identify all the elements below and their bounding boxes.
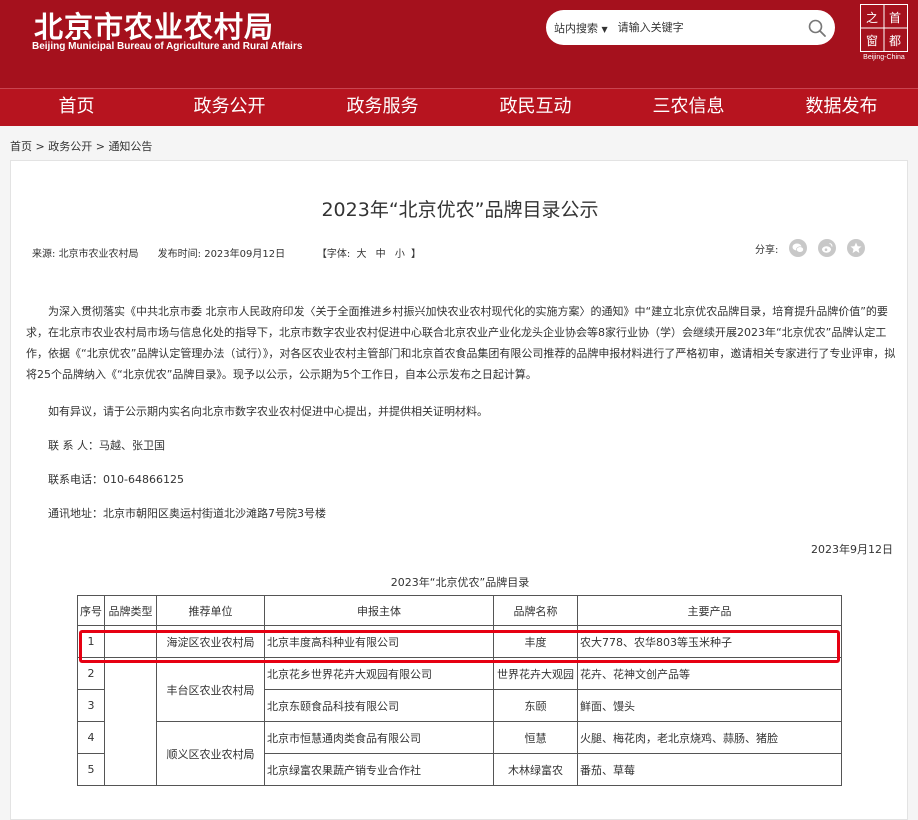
font-size-medium[interactable]: 中 — [376, 249, 386, 260]
article-date: 2023年9月12日 — [811, 543, 893, 556]
nav-gov-services[interactable]: 政务服务 — [306, 89, 459, 126]
cell-product: 鲜面、馒头 — [577, 689, 842, 722]
cell-brand-type — [104, 657, 157, 786]
article-meta: 来源: 北京市农业农村局 发布时间: 2023年09月12日 【字体: 大 中 … — [32, 245, 421, 260]
cell-unit: 丰台区农业农村局 — [156, 657, 265, 722]
search-icon[interactable] — [807, 18, 827, 38]
cell-no: 5 — [77, 753, 105, 786]
emblem-char: 之 — [866, 11, 878, 25]
font-size-end: 】 — [411, 249, 422, 260]
breadcrumb: 首页 > 政务公开 > 通知公告 — [10, 138, 152, 154]
cell-no: 1 — [77, 625, 105, 658]
time-label: 发布时间: — [157, 249, 202, 260]
nav-home[interactable]: 首页 — [0, 89, 153, 126]
table-row: 1 海淀区农业农村局 北京丰度高科种业有限公司 丰度 农大778、农华803等玉… — [77, 625, 842, 658]
column-header: 序号 — [77, 595, 105, 626]
caret-down-icon: ▼ — [601, 24, 608, 34]
emblem-char: 首 — [889, 11, 901, 25]
share-bar: 分享: — [755, 239, 866, 257]
share-label: 分享: — [755, 244, 779, 256]
column-header: 品牌名称 — [493, 595, 578, 626]
emblem-seal: 之 首 都 窗 — [860, 4, 908, 52]
table-row: 2 丰台区农业农村局 北京花乡世界花卉大观园有限公司 世界花卉大观园 花卉、花神… — [77, 657, 842, 786]
column-header: 主要产品 — [577, 595, 842, 626]
cell-entity: 北京花乡世界花卉大观园有限公司 — [264, 657, 494, 690]
breadcrumb-notices[interactable]: 通知公告 — [108, 140, 152, 153]
nav-agri-info[interactable]: 三农信息 — [612, 89, 765, 126]
table-header-row: 序号 品牌类型 推荐单位 申报主体 品牌名称 主要产品 — [77, 595, 842, 626]
search-bar: 站内搜索 ▼ — [546, 10, 835, 45]
cell-entity: 北京市恒慧通肉类食品有限公司 — [264, 721, 494, 754]
cell-brand: 木林绿富农 — [493, 753, 578, 786]
nav-interaction[interactable]: 政民互动 — [459, 89, 612, 126]
site-logo-en: Beijing Municipal Bureau of Agriculture … — [32, 41, 303, 52]
cell-entity: 北京绿富农果蔬产销专业合作社 — [264, 753, 494, 786]
breadcrumb-separator: > — [35, 140, 45, 153]
cell-unit: 海淀区农业农村局 — [156, 625, 265, 658]
breadcrumb-home[interactable]: 首页 — [10, 140, 32, 153]
cell-no: 3 — [77, 689, 105, 722]
emblem-char: 都 — [889, 34, 901, 48]
cell-brand: 世界花卉大观园 — [493, 657, 578, 690]
breadcrumb-gov-affairs[interactable]: 政务公开 — [48, 140, 92, 153]
font-size-large[interactable]: 大 — [356, 249, 366, 260]
table-caption: 2023年“北京优农”品牌目录 — [390, 576, 530, 589]
font-size-small[interactable]: 小 — [395, 249, 405, 260]
cell-unit: 顺义区农业农村局 — [156, 721, 265, 786]
cell-brand: 恒慧 — [493, 721, 578, 754]
cell-brand: 东颐 — [493, 689, 578, 722]
cell-no: 4 — [77, 721, 105, 754]
search-scope-dropdown[interactable]: 站内搜索 ▼ — [546, 20, 608, 36]
emblem-caption: Beijing-China — [863, 54, 905, 61]
article-panel: 2023年“北京优农”品牌目录公示 来源: 北京市农业农村局 发布时间: 202… — [10, 160, 908, 820]
capital-window-emblem[interactable]: 之 首 都 窗 Beijing-China — [858, 4, 910, 64]
cell-product: 农大778、农华803等玉米种子 — [577, 625, 842, 658]
column-header: 推荐单位 — [156, 595, 265, 626]
main-nav: 首页 政务公开 政务服务 政民互动 三农信息 数据发布 — [0, 88, 918, 126]
source-value: 北京市农业农村局 — [58, 249, 139, 260]
cell-product: 花卉、花神文创产品等 — [577, 657, 842, 690]
wechat-share-icon[interactable] — [789, 239, 808, 257]
brand-catalog-table: 序号 品牌类型 推荐单位 申报主体 品牌名称 主要产品 1 海淀区农业农村局 北… — [77, 595, 842, 786]
emblem-seal-icon: 之 首 都 窗 — [861, 5, 907, 51]
contact-person: 联 系 人：马越、张卫国 — [48, 439, 165, 452]
source-label: 来源: — [32, 249, 56, 260]
cell-brand: 丰度 — [493, 625, 578, 658]
site-header: 北京市农业农村局 Beijing Municipal Bureau of Agr… — [0, 0, 918, 88]
cell-entity: 北京东颐食品科技有限公司 — [264, 689, 494, 722]
page-title: 2023年“北京优农”品牌目录公示 — [321, 199, 599, 221]
contact-phone: 联系电话：010-64866125 — [48, 473, 184, 486]
contact-address: 通讯地址：北京市朝阳区奥运村街道北沙滩路7号院3号楼 — [48, 507, 326, 520]
column-header: 申报主体 — [264, 595, 494, 626]
column-header: 品牌类型 — [104, 595, 157, 626]
cell-product: 番茄、草莓 — [577, 753, 842, 786]
cell-no: 2 — [77, 657, 105, 690]
cell-entity: 北京丰度高科种业有限公司 — [264, 625, 494, 658]
body-paragraph: 如有异议，请于公示期内实名向北京市数字农业农村促进中心提出，并提供相关证明材料。 — [48, 405, 488, 418]
cell-product: 火腿、梅花肉，老北京烧鸡、蒜肠、猪脸 — [577, 721, 842, 754]
site-logo-cn[interactable]: 北京市农业农村局 — [34, 4, 274, 46]
nav-gov-affairs-open[interactable]: 政务公开 — [153, 89, 306, 126]
nav-data-release[interactable]: 数据发布 — [765, 89, 918, 126]
cell-brand-type — [104, 625, 157, 658]
search-input[interactable] — [617, 21, 798, 34]
table-row: 4 顺义区农业农村局 北京市恒慧通肉类食品有限公司 恒慧 火腿、梅花肉，老北京烧… — [77, 721, 842, 786]
font-size-label: 【字体: — [316, 249, 351, 260]
emblem-char: 窗 — [866, 34, 878, 48]
body-paragraph: 为深入贯彻落实《中共北京市委 北京市人民政府印发〈关于全面推进乡村振兴加快农业农… — [26, 305, 896, 381]
weibo-share-icon[interactable] — [818, 239, 837, 257]
breadcrumb-separator: > — [95, 140, 105, 153]
favorite-star-icon[interactable] — [847, 239, 866, 257]
time-value: 2023年09月12日 — [204, 249, 286, 260]
